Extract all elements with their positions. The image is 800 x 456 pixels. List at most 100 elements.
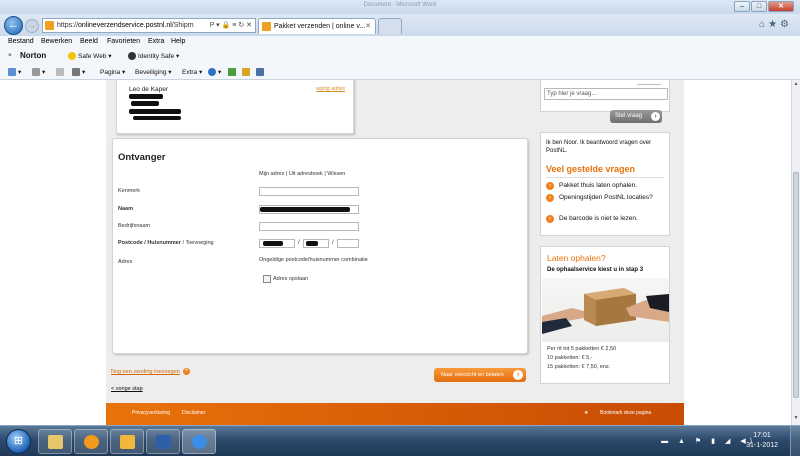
page-margin-left	[0, 80, 106, 425]
save-address-checkbox[interactable]	[263, 275, 271, 283]
toevoeging-input[interactable]	[337, 239, 359, 248]
tab-favicon	[262, 22, 271, 31]
browser-navbar: ← → https://onlineverzendservice.postnl.…	[0, 14, 800, 36]
faq-title: Veel gestelde vragen	[546, 164, 636, 174]
question-input[interactable]: Typ hier je vraag...	[544, 88, 668, 100]
continue-to-payment-button[interactable]: Naar overzicht en betalen ›	[434, 368, 526, 382]
separator: /	[332, 240, 334, 246]
ask-question-button[interactable]: Stel vraag ›	[610, 110, 662, 123]
scroll-up-icon[interactable]: ▲	[793, 81, 799, 87]
menu-help[interactable]: Help	[171, 38, 185, 45]
label-bedrijfsnaam: Bedrijfsnaam	[118, 223, 151, 229]
postcode-input[interactable]	[259, 239, 295, 248]
research-icon[interactable]	[228, 68, 238, 76]
label-adres: Adres	[118, 259, 133, 265]
package-handover-image	[542, 278, 669, 342]
kenmerk-input[interactable]	[259, 187, 359, 196]
back-button[interactable]: ←	[4, 16, 23, 35]
menu-favorieten[interactable]: Favorieten	[107, 38, 140, 45]
tab-postnl[interactable]: Pakket verzenden | online v... ✕	[258, 18, 376, 34]
address-bar[interactable]: https://onlineverzendservice.postnl.nl/S…	[42, 18, 256, 33]
browser-toolbar-icons: ⌂★⚙	[759, 19, 792, 30]
pagina-menu[interactable]: Pagina ▾	[100, 68, 125, 76]
scroll-thumb[interactable]	[793, 172, 799, 398]
window-titlebar: Document - Microsoft Word – □ ✕	[0, 0, 800, 14]
close-window-button[interactable]: ✕	[768, 1, 794, 12]
sender-address-box: Leo de Kaper wijzig adres	[116, 80, 354, 134]
norton-logo[interactable]: Norton	[20, 51, 46, 60]
faq-item[interactable]: › Pakket thuis laten ophalen.	[546, 182, 664, 190]
bedrijfsnaam-input[interactable]	[259, 222, 359, 231]
help-icon[interactable]: ▾	[208, 68, 221, 77]
translate-icon[interactable]	[242, 68, 252, 76]
add-shipment-link[interactable]: Nog een zending toevoegen +	[111, 368, 190, 375]
arrow-right-icon: ›	[546, 182, 554, 190]
pickup-promo[interactable]: Laten ophalen? De ophaalservice kiest u …	[540, 246, 670, 384]
beveiliging-menu[interactable]: Beveiliging ▾	[135, 68, 172, 76]
address-source-links[interactable]: Mijn adres | Uit adresboek | Wissen	[259, 171, 345, 177]
privacy-link[interactable]: Privacyverklaring	[132, 410, 170, 416]
menu-beeld[interactable]: Beeld	[80, 38, 98, 45]
forward-button[interactable]: →	[25, 19, 39, 33]
tab-close-icon[interactable]: ✕	[365, 22, 371, 30]
maximize-button[interactable]: □	[751, 1, 767, 12]
print-icon[interactable]: ▾	[72, 68, 85, 77]
label-postcode: Postcode / Huisnummer / Toevoeging	[118, 240, 214, 246]
redacted-text	[260, 207, 350, 212]
pickup-title: Laten ophalen?	[547, 253, 606, 263]
faq-box: Ik ben Noor. Ik beantwoord vragen over P…	[540, 132, 670, 236]
identity-safe-button[interactable]: Identity Safe ▾	[128, 52, 179, 61]
clock[interactable]: 17:01 31-1-2012	[746, 431, 778, 451]
redacted-text	[131, 101, 159, 106]
home-dropdown-icon[interactable]: ▾	[8, 68, 21, 77]
taskbar-explorer[interactable]	[38, 429, 72, 454]
price-line: Per rit tot 5 pakketten € 2,50	[547, 346, 617, 352]
feeds-icon[interactable]: ▾	[32, 68, 45, 77]
clock-time: 17:01	[753, 432, 771, 439]
start-button[interactable]: ⊞	[6, 429, 31, 454]
page-margin-right	[684, 80, 791, 425]
address-tools[interactable]: P ▾ 🔒 ≡ ↻ ✕	[210, 21, 252, 29]
disclaimer-link[interactable]: Disclaimer	[182, 410, 205, 416]
menu-bar: Bestand Bewerken Beeld Favorieten Extra …	[0, 36, 800, 48]
scroll-down-icon[interactable]: ▼	[793, 415, 799, 421]
gear-icon[interactable]: ⚙	[780, 19, 792, 30]
previous-step-link[interactable]: < vorige stap	[111, 386, 143, 392]
vertical-scrollbar[interactable]: ▲ ▼	[791, 80, 800, 425]
taskbar-media-player[interactable]	[74, 429, 108, 454]
redacted-text	[129, 94, 163, 99]
menu-bewerken[interactable]: Bewerken	[41, 38, 72, 45]
bookmark-link[interactable]: Bookmark deze pagina	[600, 410, 651, 416]
taskbar-folder[interactable]	[110, 429, 144, 454]
taskbar-word[interactable]	[146, 429, 180, 454]
mail-icon[interactable]	[56, 68, 66, 76]
system-tray[interactable]: ▬ ▲ ⚑ ▮ ◢ ◀)	[661, 437, 756, 445]
faq-item[interactable]: › Openingstijden PostNL locaties?	[546, 194, 664, 202]
show-desktop-button[interactable]	[790, 426, 800, 456]
minimize-button[interactable]: –	[734, 1, 750, 12]
taskbar-internet-explorer[interactable]	[182, 429, 216, 454]
form-title: Ontvanger	[118, 152, 166, 163]
tab-title: Pakket verzenden | online v...	[274, 23, 366, 30]
error-message: Ongeldige postcode/huisnummer combinatie	[259, 257, 368, 263]
menu-bestand[interactable]: Bestand	[8, 38, 34, 45]
new-tab-button[interactable]	[378, 18, 402, 34]
favorites-star-icon[interactable]: ★	[768, 19, 780, 30]
windows-taskbar: ⊞ ▬ ▲ ⚑ ▮ ◢ ◀) 17:01 31-1-2012	[0, 425, 800, 456]
star-icon: ★	[584, 410, 589, 416]
page-viewport: Leo de Kaper wijzig adres Ontvanger Mijn…	[0, 80, 791, 425]
safe-web-button[interactable]: Safe Web ▾	[68, 52, 112, 61]
naam-input[interactable]	[259, 205, 359, 214]
menu-extra[interactable]: Extra	[148, 38, 164, 45]
save-address-label[interactable]: Adres opslaan	[273, 276, 308, 282]
site-favicon	[45, 21, 54, 30]
change-address-link[interactable]: wijzig adres	[316, 86, 345, 92]
faq-item[interactable]: › De barcode is niet te lezen.	[546, 215, 664, 223]
label-naam: Naam	[118, 206, 133, 212]
extra-menu[interactable]: Extra ▾	[182, 68, 202, 76]
norton-close-icon[interactable]: ×	[8, 52, 12, 59]
decoration	[636, 80, 666, 85]
huisnummer-input[interactable]	[303, 239, 329, 248]
bluetooth-icon[interactable]	[256, 68, 266, 76]
home-icon[interactable]: ⌂	[759, 19, 768, 30]
